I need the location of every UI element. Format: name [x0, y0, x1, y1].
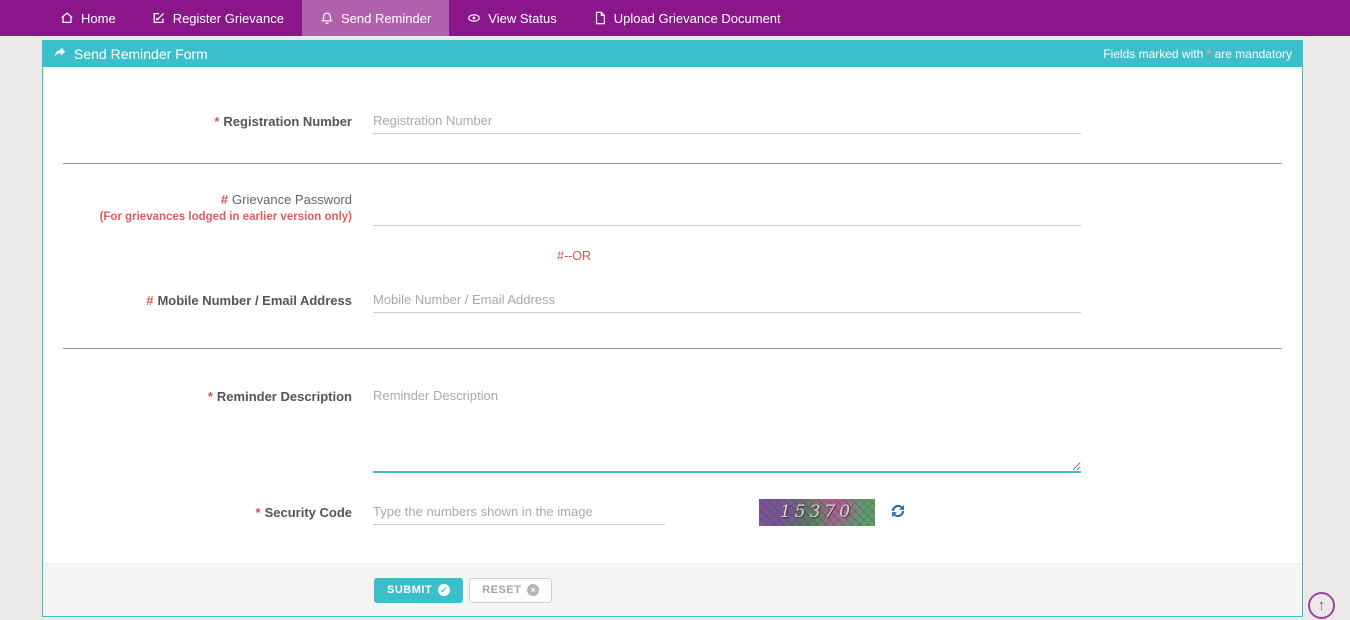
hash-marker: #: [221, 192, 228, 207]
section-divider: [63, 163, 1282, 164]
reset-button[interactable]: RESET ×: [469, 578, 552, 603]
nav-item-home[interactable]: Home: [42, 0, 134, 36]
required-marker: *: [256, 505, 261, 520]
submit-button[interactable]: SUBMIT ✓: [374, 578, 463, 603]
panel-header: Send Reminder Form Fields marked with * …: [43, 41, 1302, 67]
eye-icon: [467, 11, 481, 25]
nav-item-label: Home: [81, 11, 116, 26]
nav-item-upload-grievance-document[interactable]: Upload Grievance Document: [575, 0, 799, 36]
mobile-email-row: #Mobile Number / Email Address: [43, 286, 1302, 314]
mandatory-note: Fields marked with * are mandatory: [1103, 47, 1292, 61]
or-separator: #--OR: [43, 248, 1302, 264]
nav-item-register-grievance[interactable]: Register Grievance: [134, 0, 302, 36]
grievance-password-row: #Grievance Password (For grievances lodg…: [43, 192, 1302, 226]
check-circle-icon: ✓: [438, 584, 450, 596]
form-body: *Registration Number #Grievance Password…: [43, 67, 1302, 563]
section-divider: [63, 348, 1282, 349]
panel-title: Send Reminder Form: [53, 46, 208, 63]
scroll-to-top-button[interactable]: ↑: [1308, 592, 1335, 619]
nav-item-label: View Status: [488, 11, 556, 26]
grievance-password-input[interactable]: [373, 192, 1081, 226]
reminder-description-textarea[interactable]: [373, 383, 1081, 473]
security-code-row: *Security Code 15370: [43, 497, 1302, 527]
required-marker: *: [208, 389, 213, 404]
forward-arrow-icon: [53, 46, 67, 63]
nav-item-send-reminder[interactable]: Send Reminder: [302, 0, 449, 36]
grievance-password-label: #Grievance Password (For grievances lodg…: [43, 192, 373, 223]
registration-number-label: *Registration Number: [43, 114, 373, 129]
x-circle-icon: ×: [527, 584, 539, 596]
nav-item-label: Register Grievance: [173, 11, 284, 26]
captcha-refresh-button[interactable]: [888, 502, 908, 522]
edit-icon: [152, 11, 166, 25]
bell-icon: [320, 11, 334, 25]
hash-marker: #: [146, 293, 153, 308]
send-reminder-panel: Send Reminder Form Fields marked with * …: [42, 40, 1303, 617]
mobile-email-input[interactable]: [373, 287, 1081, 313]
up-arrow-icon: ↑: [1318, 597, 1326, 614]
top-navbar: Home Register Grievance Send Reminder Vi…: [0, 0, 1350, 36]
reminder-description-row: *Reminder Description: [43, 383, 1302, 473]
captcha-image: 15370: [759, 499, 875, 526]
panel-title-text: Send Reminder Form: [74, 46, 208, 62]
home-icon: [60, 11, 74, 25]
form-actions: SUBMIT ✓ RESET ×: [43, 563, 1302, 616]
refresh-icon: [889, 502, 907, 523]
nav-item-label: Send Reminder: [341, 11, 431, 26]
registration-number-row: *Registration Number: [43, 107, 1302, 135]
required-marker: *: [214, 114, 219, 129]
registration-number-input[interactable]: [373, 108, 1081, 134]
reminder-description-label: *Reminder Description: [43, 383, 373, 404]
security-code-input[interactable]: [373, 499, 665, 525]
security-code-label: *Security Code: [43, 505, 373, 520]
document-icon: [593, 11, 607, 25]
nav-item-label: Upload Grievance Document: [614, 11, 781, 26]
nav-item-view-status[interactable]: View Status: [449, 0, 574, 36]
mobile-email-label: #Mobile Number / Email Address: [43, 293, 373, 308]
grievance-password-note: (For grievances lodged in earlier versio…: [43, 211, 352, 223]
